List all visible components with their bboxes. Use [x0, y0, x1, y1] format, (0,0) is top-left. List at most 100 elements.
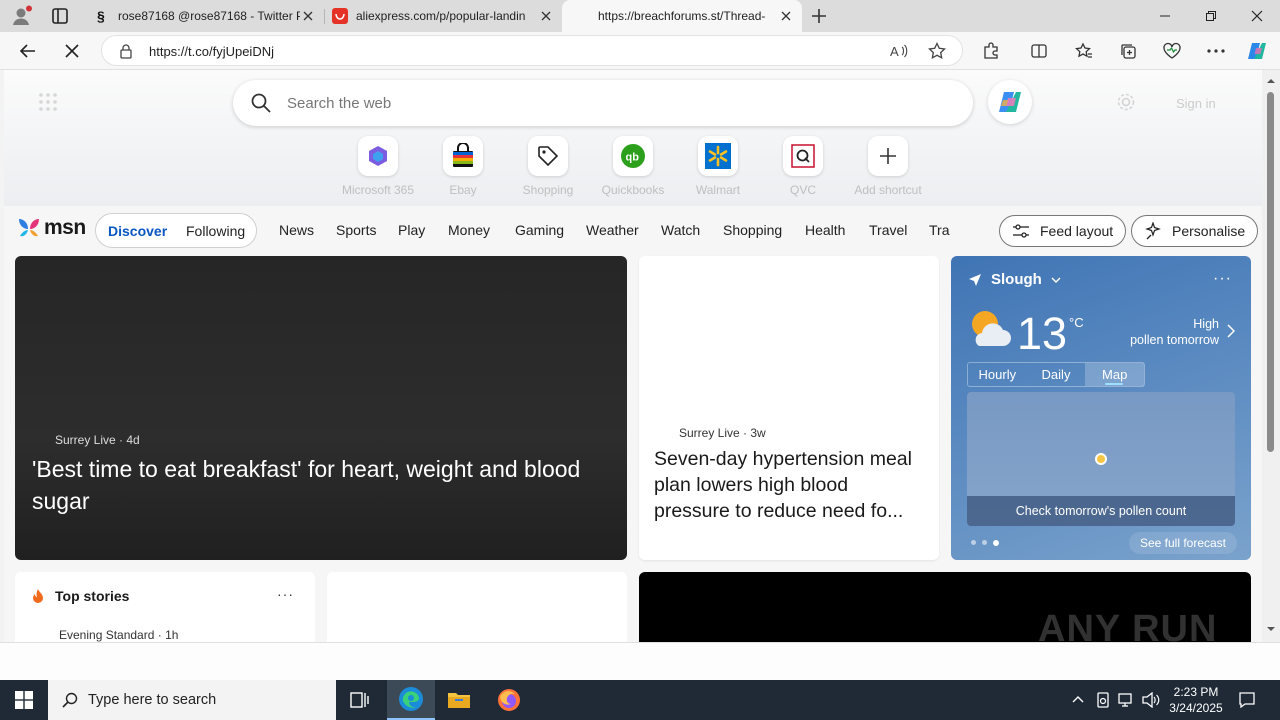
read-aloud-icon[interactable]: A: [890, 43, 908, 59]
nav-sports[interactable]: Sports: [336, 222, 376, 238]
favorite-star-icon[interactable]: [928, 42, 946, 60]
pollen-alert[interactable]: High pollen tomorrow: [1091, 316, 1219, 348]
weather-card: Slough ··· 13 °C High pollen tomorrow Ho…: [951, 256, 1251, 560]
more-options-icon[interactable]: ···: [277, 586, 294, 602]
restore-button[interactable]: [1188, 0, 1234, 32]
search-input[interactable]: [287, 90, 887, 116]
shortcut-walmart[interactable]: Walmart: [673, 136, 763, 197]
file-explorer-button[interactable]: [435, 680, 483, 720]
notifications-icon[interactable]: [1238, 691, 1256, 709]
edge-icon: [399, 687, 423, 711]
sign-in-link[interactable]: Sign in: [1176, 96, 1216, 111]
map-caption[interactable]: Check tomorrow's pollen count: [967, 496, 1235, 526]
nav-play[interactable]: Play: [398, 222, 425, 238]
article-card[interactable]: [327, 572, 627, 642]
tab-aliexpress[interactable]: aliexpress.com/p/popular-landin: [324, 0, 562, 32]
close-tab-icon[interactable]: [300, 8, 316, 24]
url-text[interactable]: https://t.co/fyjUpeiDNj: [149, 44, 274, 59]
nav-watch[interactable]: Watch: [661, 222, 700, 238]
copilot-button[interactable]: [1245, 39, 1269, 63]
shortcut-microsoft-365[interactable]: Microsoft 365: [333, 136, 423, 197]
close-tab-icon[interactable]: [538, 8, 554, 24]
task-view-button[interactable]: [336, 680, 384, 720]
network-icon[interactable]: [1118, 692, 1136, 708]
weather-map[interactable]: Check tomorrow's pollen count: [967, 392, 1235, 526]
shortcut-ebay[interactable]: Ebay: [418, 136, 508, 197]
carousel-dot-active[interactable]: [993, 540, 999, 546]
tab-actions-icon[interactable]: [50, 6, 70, 26]
hero-area: Sign in Microsoft 365 Ebay Shopping qb Q…: [4, 70, 1262, 206]
chevron-right-icon[interactable]: [1227, 324, 1235, 338]
nav-shopping[interactable]: Shopping: [723, 222, 782, 238]
scroll-down-icon[interactable]: [1266, 624, 1276, 634]
tab-breachforums-active[interactable]: https://breachforums.st/Thread-: [562, 0, 802, 32]
taskbar-search[interactable]: Type here to search: [48, 680, 336, 720]
split-screen-button[interactable]: [1027, 39, 1051, 63]
profile-icon[interactable]: [10, 5, 32, 27]
nav-weather[interactable]: Weather: [586, 222, 639, 238]
nav-travel[interactable]: Travel: [869, 222, 907, 238]
tab-following[interactable]: Following: [186, 223, 245, 239]
lock-icon[interactable]: [118, 43, 134, 59]
article-card[interactable]: Surrey Live · 3w Seven-day hypertension …: [639, 256, 939, 560]
hero-article-card[interactable]: Surrey Live · 4d 'Best time to eat break…: [15, 256, 627, 560]
see-full-forecast-link[interactable]: See full forecast: [1129, 532, 1237, 554]
top-stories-title: Top stories: [55, 588, 130, 604]
nav-health[interactable]: Health: [805, 222, 845, 238]
close-window-button[interactable]: [1234, 0, 1280, 32]
carousel-dot[interactable]: [971, 540, 976, 545]
weather-location[interactable]: Slough: [968, 271, 1061, 288]
volume-icon[interactable]: [1142, 692, 1160, 708]
personalise-button[interactable]: Personalise: [1131, 215, 1259, 247]
shortcut-shopping[interactable]: Shopping: [503, 136, 593, 197]
weather-tab-map[interactable]: Map: [1085, 363, 1145, 386]
article-title[interactable]: Seven-day hypertension meal plan lowers …: [654, 446, 926, 524]
address-bar[interactable]: https://t.co/fyjUpeiDNj A: [101, 35, 963, 66]
back-button[interactable]: [16, 39, 40, 63]
add-shortcut-button[interactable]: Add shortcut: [843, 136, 933, 197]
shortcut-quickbooks[interactable]: qb Quickbooks: [588, 136, 678, 197]
close-tab-icon[interactable]: [778, 8, 794, 24]
gear-icon[interactable]: [1116, 92, 1136, 112]
stop-loading-button[interactable]: [60, 39, 84, 63]
weather-more-icon[interactable]: ···: [1213, 270, 1232, 288]
scroll-up-icon[interactable]: [1266, 76, 1276, 86]
favorites-list-icon: [1075, 42, 1092, 58]
extensions-button[interactable]: [979, 39, 1003, 63]
carousel-dot[interactable]: [982, 540, 987, 545]
msn-logo[interactable]: msn: [16, 216, 86, 240]
nav-news[interactable]: News: [279, 222, 314, 238]
task-view-icon: [350, 692, 369, 708]
shortcut-qvc[interactable]: QVC: [758, 136, 848, 197]
device-icon[interactable]: [1096, 692, 1110, 708]
article-title[interactable]: 'Best time to eat breakfast' for heart, …: [32, 453, 602, 517]
system-clock[interactable]: 2:23 PM 3/24/2025: [1160, 684, 1232, 716]
firefox-button[interactable]: [485, 680, 533, 720]
edge-taskbar-button[interactable]: [387, 680, 435, 720]
favorites-button[interactable]: [1072, 39, 1096, 63]
copilot-search-button[interactable]: [988, 80, 1032, 124]
nav-gaming[interactable]: Gaming: [515, 222, 564, 238]
collections-button[interactable]: [1116, 39, 1140, 63]
tag-icon: [538, 146, 559, 167]
tab-twitter[interactable]: § rose87168 @rose87168 - Twitter P: [88, 0, 324, 32]
feed-layout-label: Feed layout: [1040, 223, 1114, 239]
weather-tab-daily[interactable]: Daily: [1027, 363, 1086, 386]
show-hidden-icons[interactable]: [1072, 694, 1084, 704]
tab-discover[interactable]: Discover: [108, 223, 167, 239]
start-button[interactable]: [0, 680, 48, 720]
scrollbar-thumb[interactable]: [1267, 92, 1274, 452]
settings-more-button[interactable]: [1204, 39, 1228, 63]
temperature-unit[interactable]: °C: [1069, 315, 1084, 330]
anyrun-watermark: ANY RUN: [1038, 608, 1217, 651]
page-scrollbar[interactable]: [1262, 70, 1280, 642]
browser-essentials-button[interactable]: [1160, 39, 1184, 63]
feed-layout-button[interactable]: Feed layout: [999, 215, 1127, 247]
nav-traffic[interactable]: Tra: [929, 222, 949, 238]
web-search-box[interactable]: [233, 80, 973, 126]
nav-money[interactable]: Money: [448, 222, 490, 238]
new-tab-icon[interactable]: [808, 5, 830, 27]
minimize-button[interactable]: [1142, 0, 1188, 32]
app-launcher-icon[interactable]: [38, 92, 58, 112]
weather-tab-hourly[interactable]: Hourly: [968, 363, 1027, 386]
